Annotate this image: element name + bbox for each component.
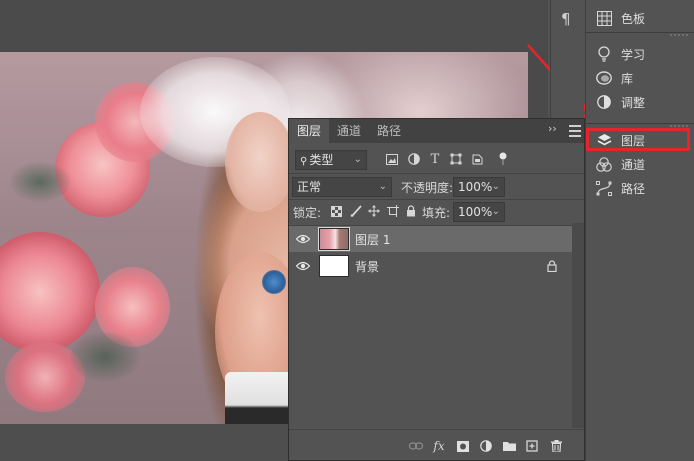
lock-label: 锁定:: [293, 206, 322, 220]
fill-label: 填充:: [422, 206, 451, 220]
dock-item-label: 色板: [621, 11, 646, 26]
chevron-down-icon: ⌄: [378, 181, 387, 192]
paths-icon: [596, 180, 612, 196]
dock-item-adjustments[interactable]: 调整: [586, 90, 694, 114]
fx-icon[interactable]: fx: [432, 439, 446, 453]
pixel-filter-icon[interactable]: [385, 152, 399, 166]
blend-mode-value: 正常: [297, 180, 322, 194]
dock-item-libraries[interactable]: 库: [586, 66, 694, 90]
annotation-highlight-box: [586, 128, 690, 151]
shape-filter-icon[interactable]: [449, 152, 463, 166]
tab-channels[interactable]: 通道: [329, 119, 369, 143]
blue-rose-tattoo: [262, 270, 286, 294]
face: [225, 112, 295, 212]
lightbulb-icon: [596, 46, 612, 62]
tab-paths[interactable]: 路径: [369, 119, 409, 143]
paragraph-icon[interactable]: ¶: [561, 10, 571, 28]
filter-toggle-icon[interactable]: [496, 152, 510, 166]
channels-icon: [596, 156, 612, 172]
dock-item-paths[interactable]: 路径: [586, 176, 694, 200]
eye-icon[interactable]: [296, 261, 310, 271]
search-icon: ⚲: [300, 156, 308, 167]
leaf-2: [70, 332, 140, 382]
lock-icon: [547, 260, 557, 272]
folder-icon[interactable]: [502, 439, 516, 453]
dock-group-swatches: 色板: [586, 6, 694, 30]
dock-item-learn[interactable]: 学习: [586, 42, 694, 66]
swatches-icon: [596, 10, 612, 26]
workspace-top-area: [0, 0, 548, 52]
new-layer-icon[interactable]: [525, 439, 539, 453]
layer-row-layer1[interactable]: 图层 1: [289, 226, 572, 252]
dock-item-swatches[interactable]: 色板: [586, 6, 694, 30]
panel-dock: 色板 学习 库 调整 图层 通道 路径: [585, 0, 694, 461]
fill-value: 100%: [458, 205, 493, 219]
type-filter-icon[interactable]: T: [428, 152, 442, 167]
adjustments-icon: [596, 94, 612, 110]
lock-transparent-pixels-icon[interactable]: [329, 204, 343, 218]
dock-divider[interactable]: [586, 32, 694, 37]
filter-kind-value: 类型: [309, 153, 334, 167]
tab-layers[interactable]: 图层: [289, 119, 329, 143]
dock-item-channels[interactable]: 通道: [586, 152, 694, 176]
layers-panel-footer: fx: [289, 429, 584, 460]
chevron-down-icon[interactable]: ⌄: [492, 178, 500, 196]
lock-fill-row: 锁定: 填充: 100% ⌄: [289, 199, 584, 225]
layer-thumbnail: [318, 227, 350, 251]
lock-image-pixels-icon[interactable]: [349, 204, 363, 218]
dock-item-label: 通道: [621, 157, 646, 172]
layer-filter-row: ⚲ 类型 ⌄ T: [289, 147, 584, 173]
adjustment-icon[interactable]: [479, 439, 493, 453]
link-icon[interactable]: [409, 439, 423, 453]
dock-item-label: 调整: [621, 95, 646, 110]
leaf-1: [10, 162, 70, 202]
layers-scrollbar[interactable]: [572, 223, 584, 428]
mask-icon[interactable]: [456, 439, 470, 453]
rose-3: [0, 232, 100, 352]
eye-icon[interactable]: [296, 234, 310, 244]
opacity-input[interactable]: 100% ⌄: [453, 177, 505, 197]
blend-opacity-row: 正常 ⌄ 不透明度: 100% ⌄: [289, 174, 584, 200]
panel-menu-icon[interactable]: [569, 122, 581, 140]
lock-position-icon[interactable]: [367, 204, 381, 218]
blend-mode-select[interactable]: 正常 ⌄: [292, 177, 392, 197]
layers-panel-tabbar: 图层 通道 路径 ››: [289, 119, 584, 143]
dock-item-label: 路径: [621, 181, 646, 196]
libraries-icon: [596, 70, 612, 86]
layer-row-background[interactable]: 背景: [289, 253, 572, 279]
collapse-panel-icon[interactable]: ››: [548, 122, 557, 135]
trash-icon[interactable]: [549, 439, 563, 453]
dock-group-learn: 学习 库 调整: [586, 42, 694, 114]
dock-item-label: 库: [621, 71, 634, 86]
lock-artboard-icon[interactable]: [386, 204, 400, 218]
filter-kind-select[interactable]: ⚲ 类型 ⌄: [295, 150, 367, 170]
smart-object-filter-icon[interactable]: [470, 152, 484, 166]
dock-item-label: 学习: [621, 47, 646, 62]
lock-all-icon[interactable]: [404, 204, 418, 218]
layer-name[interactable]: 背景: [355, 258, 379, 275]
layers-panel: 图层 通道 路径 ›› ⚲ 类型 ⌄ T 正常 ⌄ 不透明度: 100% ⌄ 锁…: [288, 118, 585, 461]
opacity-label: 不透明度:: [401, 181, 454, 195]
chevron-down-icon[interactable]: ⌄: [492, 203, 500, 221]
chevron-down-icon: ⌄: [353, 154, 362, 165]
fill-input[interactable]: 100% ⌄: [453, 202, 505, 222]
opacity-value: 100%: [458, 180, 493, 194]
adjustment-filter-icon[interactable]: [407, 152, 421, 166]
layer-thumbnail: [319, 255, 349, 277]
layer-name[interactable]: 图层 1: [355, 231, 390, 248]
